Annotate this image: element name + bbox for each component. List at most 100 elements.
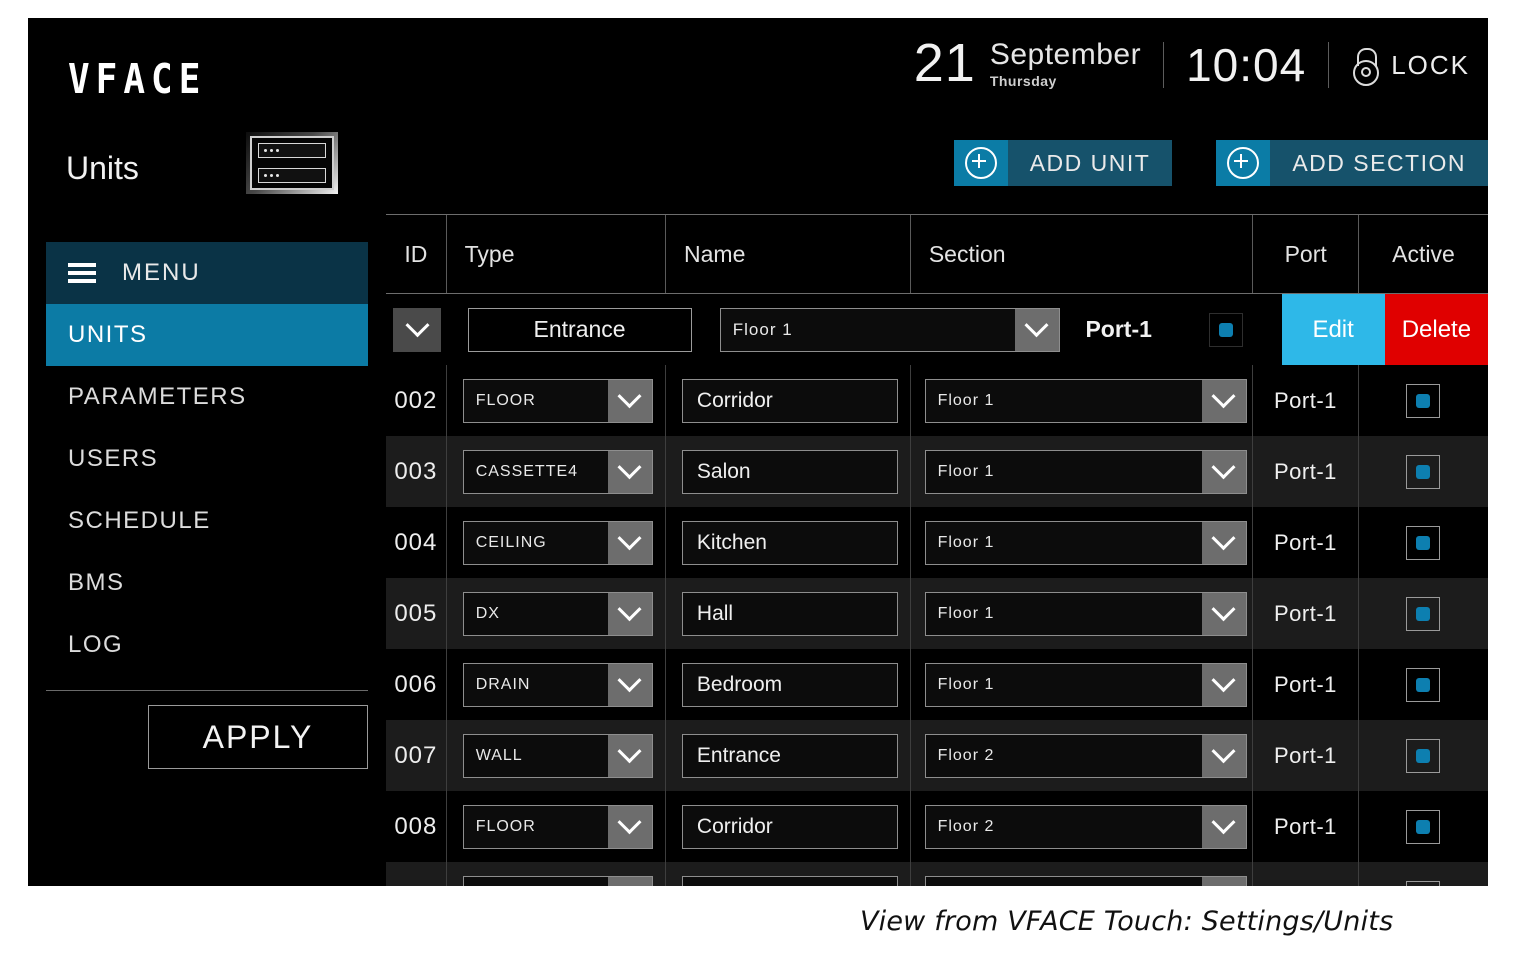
section-select[interactable]: Floor 1 xyxy=(924,591,1247,636)
sidebar-item-users[interactable]: USERS xyxy=(46,428,368,490)
active-checkbox[interactable] xyxy=(1406,454,1441,489)
section-value: Floor 1 xyxy=(732,319,793,339)
section-select[interactable]: Floor 1 xyxy=(924,449,1247,494)
name-input[interactable]: Salon xyxy=(681,449,898,494)
active-checkbox[interactable] xyxy=(1406,383,1441,418)
section-value: Floor 1 xyxy=(937,533,995,551)
section-dropdown-arrow[interactable] xyxy=(1201,450,1246,493)
type-select[interactable]: CEILING xyxy=(462,520,653,565)
chevron-down-icon xyxy=(1211,384,1236,409)
active-checkbox[interactable] xyxy=(1406,667,1441,702)
section-dropdown-arrow[interactable] xyxy=(1201,663,1246,706)
sidebar-item-label: SCHEDULE xyxy=(68,507,211,534)
type-select[interactable]: FLOOR xyxy=(462,378,653,423)
header-divider-2 xyxy=(1328,42,1330,88)
units-table: ID Type Name Section Port Active Entranc… xyxy=(386,214,1488,886)
apply-button[interactable]: APPLY xyxy=(148,705,368,769)
chevron-down-icon xyxy=(1024,313,1049,338)
table-row: 002 FLOOR Corridor Floor 1 Port-1 xyxy=(386,365,1488,436)
section-select[interactable]: Floor 1 xyxy=(924,378,1247,423)
section-dropdown-arrow[interactable] xyxy=(1201,521,1246,564)
unit-id: 002 xyxy=(394,386,438,414)
section-select[interactable]: Floor 2 xyxy=(924,875,1247,886)
table-row: 008 FLOOR Corridor Floor 2 Port-1 xyxy=(386,791,1488,862)
type-select[interactable]: FLOOR xyxy=(462,804,653,849)
section-dropdown-arrow[interactable] xyxy=(1201,805,1246,848)
type-dropdown-arrow[interactable] xyxy=(607,805,652,848)
sidebar-item-parameters[interactable]: PARAMETERS xyxy=(46,366,368,428)
unit-id: 006 xyxy=(394,670,438,698)
table-row: 006 DRAIN Bedroom Floor 1 Port-1 xyxy=(386,649,1488,720)
name-input[interactable]: Entrance xyxy=(467,307,692,352)
active-checkbox[interactable] xyxy=(1406,525,1441,560)
section-select[interactable]: Floor 2 xyxy=(924,804,1247,849)
name-input[interactable]: Kitchen xyxy=(681,520,898,565)
name-input[interactable]: Salon xyxy=(681,875,898,886)
hamburger-icon xyxy=(68,263,96,283)
sidebar-item-bms[interactable]: BMS xyxy=(46,552,368,614)
type-select[interactable]: CASSETTE4 xyxy=(462,449,653,494)
active-checkbox[interactable] xyxy=(1406,596,1441,631)
section-dropdown-arrow[interactable] xyxy=(1201,876,1246,886)
section-select[interactable]: Floor 1 xyxy=(719,307,1060,352)
active-checkbox[interactable] xyxy=(1406,809,1441,844)
sidebar-item-label: PARAMETERS xyxy=(68,383,247,410)
column-header-port: Port xyxy=(1253,215,1359,293)
lock-button[interactable]: LOCK xyxy=(1351,48,1470,86)
figure-caption: View from VFACE Touch: Settings/Units xyxy=(860,906,1394,937)
unit-id: 008 xyxy=(394,812,438,840)
delete-button[interactable]: Delete xyxy=(1384,294,1488,365)
chevron-down-icon xyxy=(1211,810,1236,835)
type-dropdown-arrow[interactable] xyxy=(607,592,652,635)
add-section-button[interactable]: ADD SECTION xyxy=(1216,140,1488,186)
unit-id: 003 xyxy=(394,457,438,485)
name-input[interactable]: Hall xyxy=(681,591,898,636)
section-select[interactable]: Floor 2 xyxy=(924,733,1247,778)
type-dropdown-arrow[interactable] xyxy=(607,521,652,564)
section-dropdown-arrow[interactable] xyxy=(1014,308,1059,351)
type-select[interactable]: WALL xyxy=(462,733,653,778)
chevron-down-icon xyxy=(1211,526,1236,551)
type-select[interactable]: DRAIN xyxy=(462,662,653,707)
type-value: WALL xyxy=(475,746,523,764)
add-unit-button[interactable]: ADD UNIT xyxy=(953,140,1173,186)
section-dropdown-arrow[interactable] xyxy=(1201,379,1246,422)
page-title: Units xyxy=(66,150,139,186)
type-dropdown-arrow[interactable] xyxy=(607,876,652,886)
type-value: CEILING xyxy=(475,533,547,551)
section-select[interactable]: Floor 1 xyxy=(924,662,1247,707)
active-checkbox[interactable] xyxy=(1406,880,1441,886)
active-checkbox[interactable] xyxy=(1406,738,1441,773)
active-checkbox[interactable] xyxy=(1208,312,1243,347)
type-dropdown-arrow[interactable] xyxy=(607,450,652,493)
name-input[interactable]: Bedroom xyxy=(681,662,898,707)
section-value: Floor 2 xyxy=(937,817,995,835)
sidebar-divider xyxy=(46,690,368,691)
chevron-down-icon xyxy=(1211,455,1236,480)
chevron-down-icon xyxy=(617,526,642,551)
sidebar-item-log[interactable]: LOG xyxy=(46,614,368,676)
edit-button[interactable]: Edit xyxy=(1281,294,1385,365)
name-input[interactable]: Corridor xyxy=(681,378,898,423)
type-dropdown-arrow[interactable] xyxy=(607,734,652,777)
name-input[interactable]: Entrance xyxy=(681,733,898,778)
type-dropdown-toggle[interactable] xyxy=(393,307,441,352)
type-select[interactable]: CASSETTE4 xyxy=(462,875,653,886)
sidebar-item-schedule[interactable]: SCHEDULE xyxy=(46,490,368,552)
column-header-active: Active xyxy=(1392,240,1455,267)
clock-time: 10:04 xyxy=(1186,39,1307,91)
name-input[interactable]: Corridor xyxy=(681,804,898,849)
section-select[interactable]: Floor 1 xyxy=(924,520,1247,565)
sidebar-item-units[interactable]: UNITS xyxy=(46,304,368,366)
sidebar-item-label: USERS xyxy=(68,445,159,472)
table-row: 009 CASSETTE4 Salon Floor 2 Port-1 xyxy=(386,862,1488,886)
type-value: FLOOR xyxy=(475,391,536,409)
page-root: VFACE 21 September Thursday 10:04 LOCK A… xyxy=(0,0,1529,961)
section-dropdown-arrow[interactable] xyxy=(1201,592,1246,635)
type-value: DRAIN xyxy=(475,675,531,693)
type-select[interactable]: DX xyxy=(462,591,653,636)
section-dropdown-arrow[interactable] xyxy=(1201,734,1246,777)
type-dropdown-arrow[interactable] xyxy=(607,379,652,422)
type-dropdown-arrow[interactable] xyxy=(607,663,652,706)
menu-toggle[interactable]: MENU xyxy=(46,242,368,304)
